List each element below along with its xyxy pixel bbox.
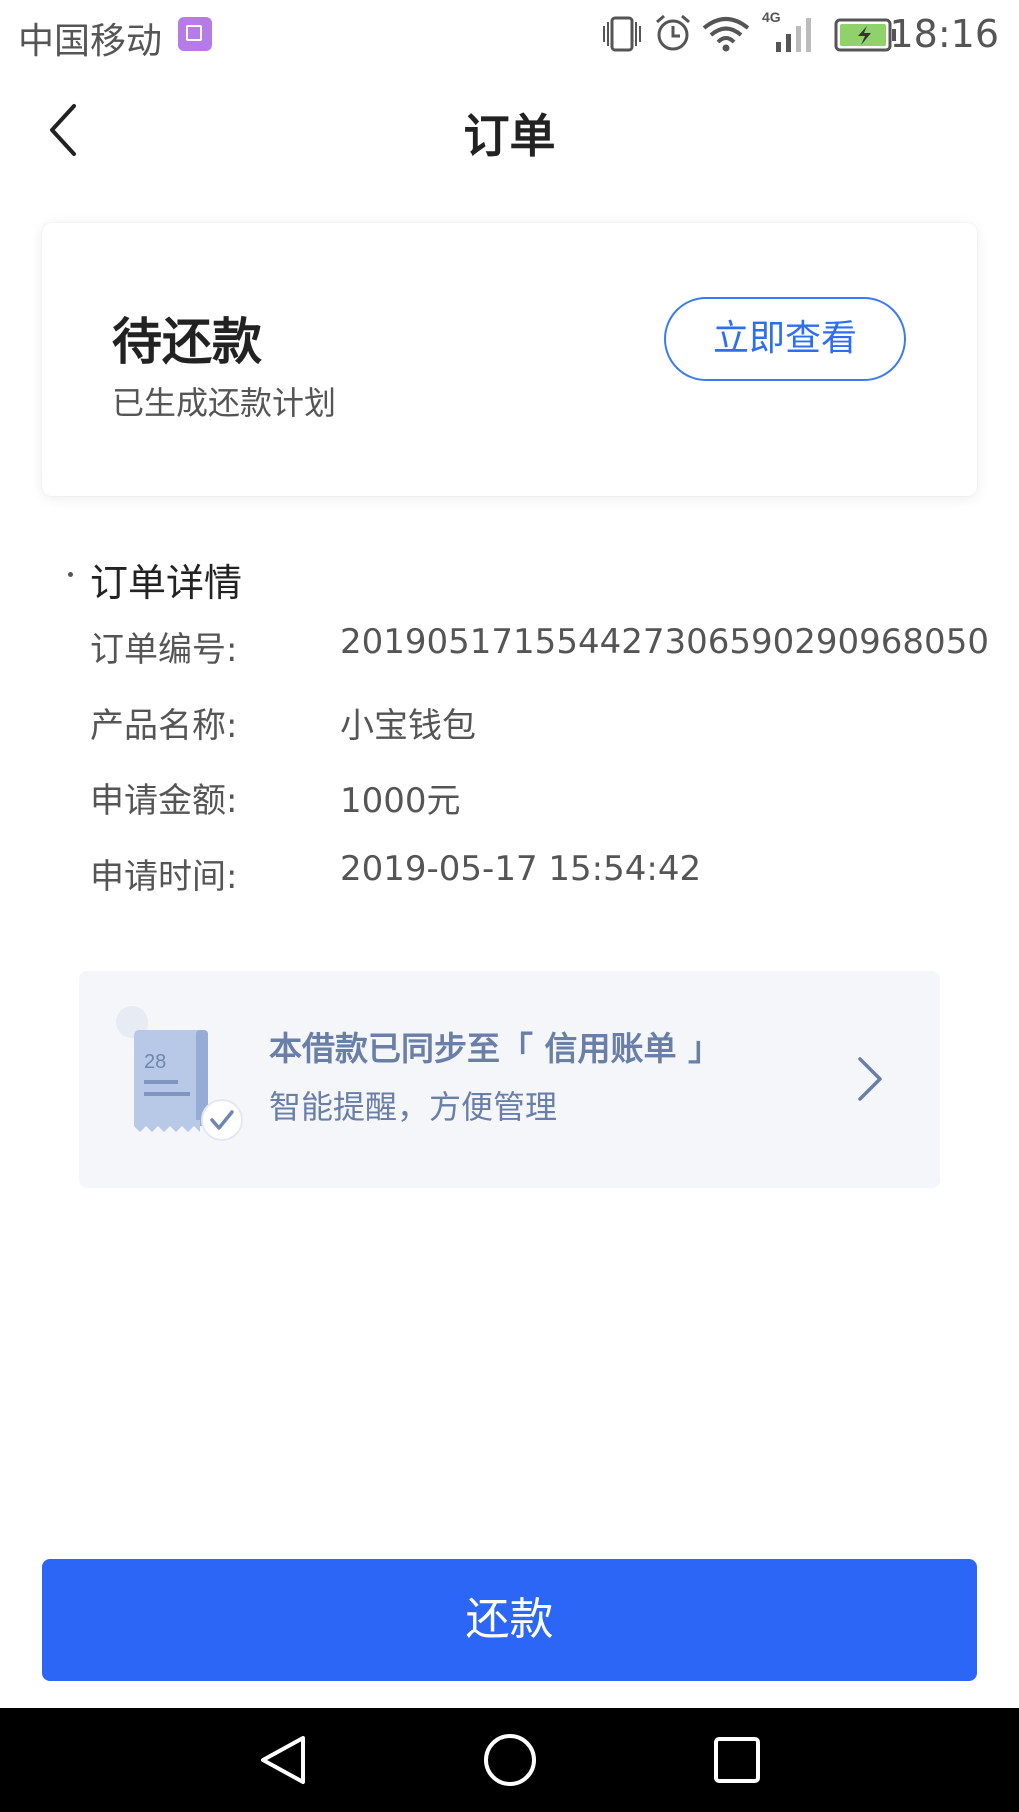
clock: 18:16 [889,12,999,56]
order-status-subtitle: 已生成还款计划 [112,384,337,422]
amount-value: 1000元 [340,781,461,821]
carrier-name: 中国移动 [18,21,163,62]
order-number-value: 2019051715544273065902909680​50 [340,622,989,662]
alarm-icon [656,14,690,51]
vibrate-icon [603,16,641,52]
network-type: 4G [762,9,781,25]
chevron-right-icon [858,1057,882,1101]
gallery-notification-icon [178,17,212,51]
apply-time-value: 2019-05-17 15:54:42 [340,849,702,889]
section-title: 订单详情 [90,561,243,605]
order-number-label: 订单编号: [90,630,238,670]
receipt-icon: 28 [116,1006,243,1141]
product-name-value: 小宝钱包 [340,706,476,746]
sync-banner-title: 本借款已同步至「 信用账单 」 [269,1029,721,1068]
status-bar: 中国移动 4G 18:16 [0,0,1019,70]
product-name-label: 产品名称: [90,706,238,746]
sync-banner-subtitle: 智能提醒，方便管理 [269,1088,558,1126]
wifi-icon [702,17,750,52]
page-title: 订单 [463,109,556,163]
receipt-number: 28 [144,1051,166,1073]
order-status-title: 待还款 [112,313,262,371]
nav-home-icon[interactable] [482,1732,538,1788]
amount-label: 申请金额: [90,781,238,821]
battery-icon [834,18,896,52]
repay-button[interactable]: 还款 [42,1559,977,1681]
view-plan-button[interactable]: 立即查看 [664,297,906,381]
apply-time-label: 申请时间: [90,857,238,897]
section-bullet [68,572,73,577]
nav-recent-apps-icon[interactable] [712,1735,762,1785]
signal-icon: 4G [762,9,811,52]
nav-back-icon[interactable] [255,1732,311,1788]
